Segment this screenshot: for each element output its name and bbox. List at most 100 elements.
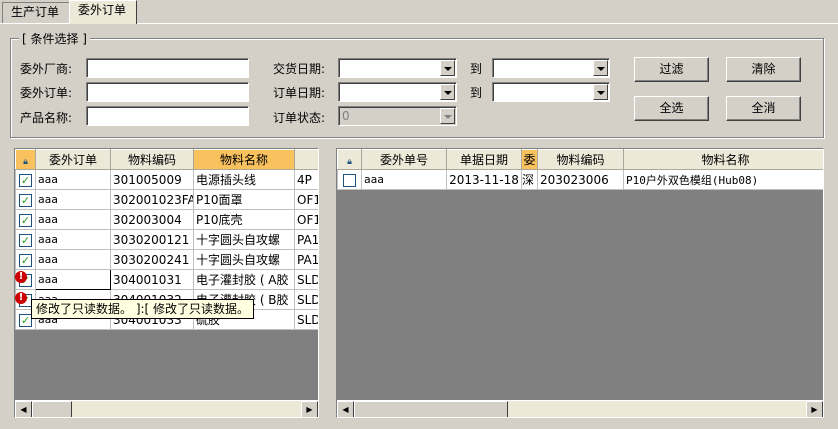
chevron-down-icon[interactable] — [440, 84, 455, 100]
table-row[interactable]: ✓ aaa 3030200241 十字圆头自攻螺 PA1 — [15, 249, 318, 270]
table-row[interactable]: ✓aaa302003004P10底壳OF1( — [15, 209, 318, 230]
cell-code[interactable]: 302003004 — [110, 209, 194, 230]
row-checkbox-cell[interactable]: ✓ — [15, 249, 36, 270]
material-grid[interactable]: 🔒︎ 委外订单 物料编码 物料名称 ✓ aaa 301005009 电源插头线 4P ✓ a… — [14, 148, 319, 418]
select-all-button[interactable]: 全选 — [634, 96, 709, 121]
lock-icon: 🔒︎ — [23, 156, 28, 167]
row-checkbox[interactable]: ✓ — [19, 173, 32, 187]
tab-production-order[interactable]: 生产订单 — [2, 2, 70, 23]
cell-name[interactable]: 十字圆头自攻螺 — [193, 229, 295, 250]
cell-code[interactable]: 304001031 — [110, 269, 194, 290]
cell-spec[interactable]: OF1( — [294, 209, 318, 230]
row-checkbox-cell[interactable] — [337, 169, 362, 190]
material-header-row: 🔒︎ 委外订单 物料编码 物料名称 — [15, 149, 318, 170]
col-doc-date[interactable]: 单据日期 — [446, 149, 522, 170]
cell-spec[interactable]: 4P — [294, 169, 318, 190]
row-checkbox-cell[interactable]: ✓ — [15, 209, 36, 230]
cell-order[interactable]: aaa — [35, 249, 111, 270]
cell-order[interactable]: aaa — [35, 209, 111, 230]
material-hscrollbar[interactable]: ◀ ▶ — [15, 400, 318, 417]
order-status-select: 0 — [338, 106, 457, 126]
scroll-right-button[interactable]: ▶ — [806, 401, 823, 417]
row-checkbox[interactable]: ✓ — [19, 193, 32, 207]
cell-name[interactable]: P10面罩 — [193, 189, 295, 210]
col-material-name[interactable]: 物料名称 — [193, 149, 295, 170]
order-header-row: 🔒︎ 委外单号 单据日期 委 物料编码 物料名称 — [337, 149, 823, 170]
order-hscrollbar[interactable]: ◀ ▶ — [337, 400, 823, 417]
order-date-to-select[interactable] — [492, 82, 610, 102]
cell-name[interactable]: 电源插头线 — [193, 169, 295, 190]
cell-code[interactable]: 3030200241 — [110, 249, 194, 270]
cell-spec[interactable]: PA1 — [294, 229, 318, 250]
col-flag[interactable]: 委 — [521, 149, 538, 170]
cell-code[interactable]: 301005009 — [110, 169, 194, 190]
cell-spec[interactable]: SLD — [294, 269, 318, 290]
row-checkbox[interactable]: ✓ — [19, 253, 32, 267]
cell-order[interactable]: aaa — [35, 269, 111, 290]
clear-button[interactable]: 清除 — [726, 57, 801, 82]
lock-icon-header[interactable]: 🔒︎ — [15, 149, 36, 170]
cell-name[interactable]: P10户外双色模组(Hub08) — [623, 169, 823, 190]
table-row[interactable]: ✓aaa304001031电子灌封胶 ( A胶SLD — [15, 269, 318, 290]
lock-icon-header[interactable]: 🔒︎ — [337, 149, 362, 170]
scroll-right-button[interactable]: ▶ — [301, 401, 318, 417]
vendor-label: 委外厂商: — [20, 62, 73, 76]
table-row[interactable]: ✓ aaa 3030200121 十字圆头自攻螺 PA1 — [15, 229, 318, 250]
deselect-all-button[interactable]: 全消 — [726, 96, 801, 121]
row-checkbox[interactable]: ✓ — [19, 213, 32, 227]
chevron-down-icon[interactable] — [593, 60, 608, 76]
table-row[interactable]: aaa 2013-11-18 深 203023006 P10户外双色模组(Hub08) — [337, 169, 823, 190]
cell-spec[interactable]: PA1 — [294, 249, 318, 270]
order-date-label: 订单日期: — [273, 86, 326, 100]
order-date-from-select[interactable] — [338, 82, 457, 102]
filter-button[interactable]: 过滤 — [634, 57, 709, 82]
delivery-date-from-select[interactable] — [338, 58, 457, 78]
scroll-thumb[interactable] — [32, 401, 72, 417]
cell-name[interactable]: 电子灌封胶 ( A胶 — [193, 269, 295, 290]
table-row[interactable]: ✓ aaa 301005009 电源插头线 4P — [15, 169, 318, 190]
order-input[interactable] — [86, 82, 249, 102]
cell-order[interactable]: aaa — [35, 169, 111, 190]
cell-order[interactable]: aaa — [35, 189, 111, 210]
filter-group-title: [ 条件选择 ] — [19, 30, 90, 47]
col-material-name[interactable]: 物料名称 — [623, 149, 823, 170]
row-checkbox-cell[interactable]: ✓ — [15, 189, 36, 210]
cell-name[interactable]: P10底壳 — [193, 209, 295, 230]
lock-icon: 🔒︎ — [347, 156, 352, 167]
chevron-down-icon[interactable] — [440, 60, 455, 76]
cell-outsource-no[interactable]: aaa — [361, 169, 447, 190]
outsource-order-grid[interactable]: 🔒︎ 委外单号 单据日期 委 物料编码 物料名称 aaa 2013-11-18 深 2… — [336, 148, 824, 418]
col-material-code[interactable]: 物料编码 — [537, 149, 624, 170]
cell-spec[interactable]: SLD — [294, 309, 318, 330]
product-label: 产品名称: — [20, 111, 73, 125]
scroll-left-button[interactable]: ◀ — [15, 401, 32, 417]
outsource-order-table: 🔒︎ 委外单号 单据日期 委 物料编码 物料名称 aaa 2013-11-18 深 2… — [337, 149, 823, 190]
row-checkbox[interactable]: ✓ — [19, 233, 32, 247]
cell-spec[interactable]: SLD — [294, 289, 318, 310]
chevron-down-icon — [440, 108, 455, 124]
cell-code[interactable]: 3030200121 — [110, 229, 194, 250]
vendor-input[interactable] — [86, 58, 249, 78]
col-material-code[interactable]: 物料编码 — [110, 149, 194, 170]
cell-flag[interactable]: 深 — [521, 169, 538, 190]
cell-spec[interactable]: OF1 — [294, 189, 318, 210]
col-outsource-order[interactable]: 委外订单 — [35, 149, 111, 170]
table-row[interactable]: ✓aaa302001023FACP10面罩OF1 — [15, 189, 318, 210]
row-checkbox-cell[interactable]: ✓ — [15, 169, 36, 190]
cell-code[interactable]: 203023006 — [537, 169, 624, 190]
tab-outsource-order[interactable]: 委外订单 — [69, 0, 137, 24]
col-outsource-no[interactable]: 委外单号 — [361, 149, 447, 170]
cell-order[interactable]: aaa — [35, 229, 111, 250]
scroll-left-button[interactable]: ◀ — [337, 401, 354, 417]
cell-doc-date[interactable]: 2013-11-18 — [446, 169, 522, 190]
scroll-thumb[interactable] — [354, 401, 508, 417]
error-icon: ! — [15, 292, 27, 304]
chevron-down-icon[interactable] — [593, 84, 608, 100]
col-spec[interactable] — [294, 149, 318, 170]
row-checkbox-cell[interactable]: ✓ — [15, 229, 36, 250]
row-checkbox[interactable] — [343, 173, 356, 187]
cell-name[interactable]: 十字圆头自攻螺 — [193, 249, 295, 270]
product-input[interactable] — [86, 106, 249, 126]
cell-code[interactable]: 302001023FAC — [110, 189, 194, 210]
delivery-date-to-select[interactable] — [492, 58, 610, 78]
